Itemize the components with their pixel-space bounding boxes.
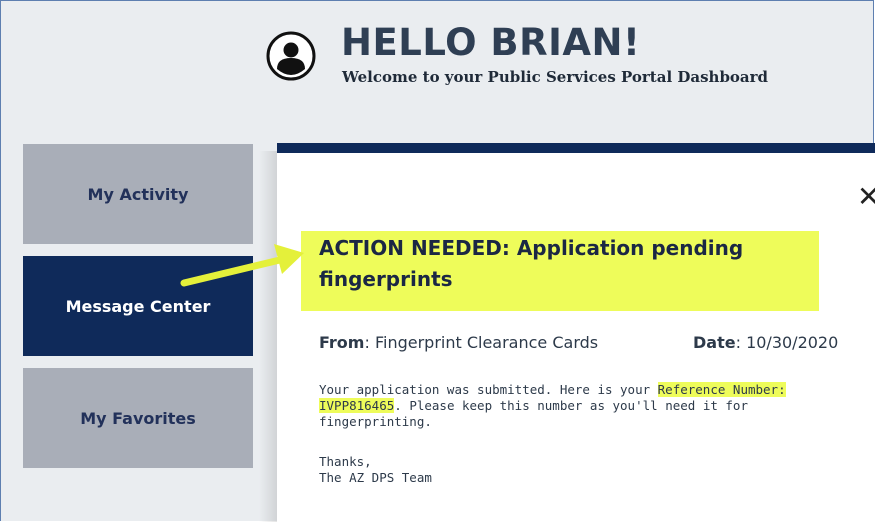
reference-number: IVPP816465 [319, 398, 395, 413]
nav-my-activity-label: My Activity [87, 184, 189, 204]
nav-my-favorites-label: My Favorites [80, 408, 196, 428]
message-signoff: Thanks, [319, 454, 372, 469]
reference-label: Reference Number: [657, 382, 786, 397]
greeting-title: HELLO BRIAN! [341, 21, 641, 64]
user-circle-icon [266, 31, 316, 81]
message-team: The AZ DPS Team [319, 470, 432, 485]
portal-frame: HELLO BRIAN! Welcome to your Public Serv… [0, 0, 875, 522]
message-subject: ACTION NEEDED: Application pending finge… [319, 236, 744, 291]
close-icon[interactable]: ✕ [857, 183, 875, 211]
nav-my-activity[interactable]: My Activity [23, 144, 253, 244]
message-from: From: Fingerprint Clearance Cards [319, 333, 599, 352]
date-label: Date [693, 333, 736, 352]
from-label: From [319, 333, 365, 352]
dashboard-subtitle: Welcome to your Public Services Portal D… [342, 68, 769, 86]
message-panel: ✕ ACTION NEEDED: Application pending fin… [277, 153, 875, 522]
body-intro: Your application was submitted. Here is … [319, 382, 658, 397]
message-date: Date: 10/30/2020 [693, 333, 839, 352]
date-value: 10/30/2020 [746, 333, 839, 352]
nav-my-favorites[interactable]: My Favorites [23, 368, 253, 468]
annotation-arrow-icon [180, 244, 304, 287]
message-panel-topbar [277, 143, 875, 153]
message-body: Your application was submitted. Here is … [319, 382, 859, 486]
from-value: Fingerprint Clearance Cards [374, 333, 599, 352]
